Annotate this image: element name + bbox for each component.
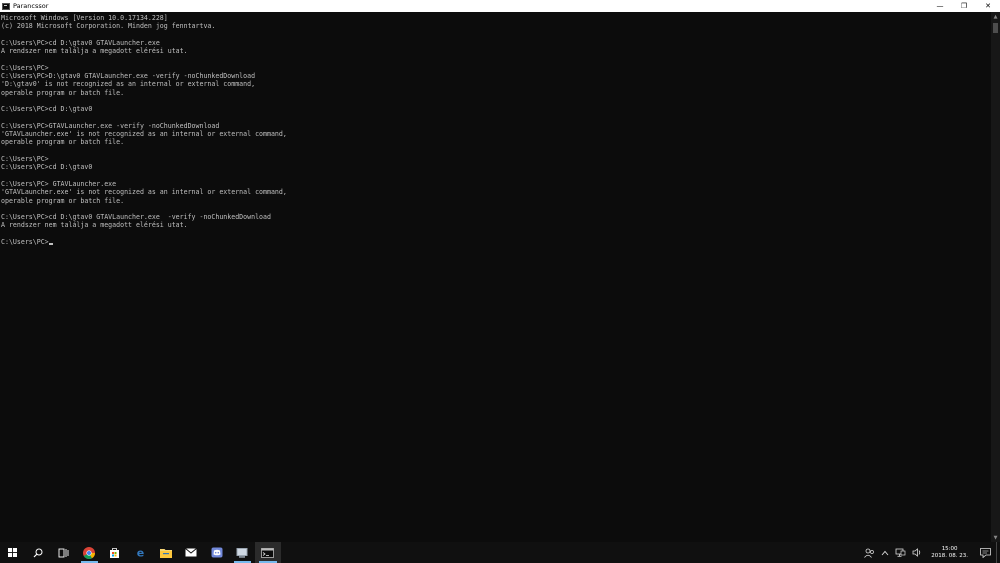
console-output: Microsoft Windows [Version 10.0.17134.22… xyxy=(1,14,287,246)
chrome-icon xyxy=(83,546,96,559)
console-prompt: C:\Users\PC> xyxy=(1,238,49,247)
task-view-icon xyxy=(58,548,69,557)
console-prompt-line[interactable]: C:\Users\PC> xyxy=(1,238,287,246)
taskbar-app-discord[interactable] xyxy=(204,542,230,563)
action-center-button[interactable] xyxy=(974,542,996,563)
console-line: (c) 2018 Microsoft Corporation. Minden j… xyxy=(1,22,216,31)
scroll-down-arrow-icon[interactable]: ▼ xyxy=(991,533,1000,542)
console-line: C:\Users\PC>D:\gtav0 GTAVLauncher.exe -v… xyxy=(1,72,256,81)
notification-icon xyxy=(979,547,991,558)
taskbar-app-generic[interactable] xyxy=(230,542,256,563)
search-button[interactable] xyxy=(26,542,52,563)
search-icon xyxy=(33,548,43,557)
taskbar: e 15:00 2018. 08. 23. xyxy=(0,542,1000,563)
store-icon xyxy=(110,548,120,558)
taskbar-app-edge[interactable]: e xyxy=(128,542,154,563)
console-line: A rendszer nem találja a megadott elérés… xyxy=(1,221,188,230)
console-area[interactable]: Microsoft Windows [Version 10.0.17134.22… xyxy=(0,12,991,542)
taskbar-app-mail[interactable] xyxy=(179,542,205,563)
scroll-up-arrow-icon[interactable]: ▲ xyxy=(991,12,1000,21)
task-view-button[interactable] xyxy=(51,542,77,563)
vertical-scrollbar[interactable]: ▲ ▼ xyxy=(991,12,1000,542)
console-line: C:\Users\PC> xyxy=(1,63,49,72)
window-titlebar[interactable]: Parancssor — ❐ ✕ xyxy=(0,0,1000,12)
taskbar-app-file-explorer[interactable] xyxy=(153,542,179,563)
network-icon[interactable] xyxy=(892,542,909,563)
clock-date: 2018. 08. 23. xyxy=(931,552,968,559)
system-tray: 15:00 2018. 08. 23. xyxy=(861,542,1000,563)
edge-icon: e xyxy=(137,547,144,558)
taskbar-clock[interactable]: 15:00 2018. 08. 23. xyxy=(925,546,974,560)
discord-icon xyxy=(211,547,223,558)
restore-button[interactable]: ❐ xyxy=(952,0,976,12)
console-line: C:\Users\PC>cd D:\gtav0 GTAVLauncher.exe xyxy=(1,38,160,47)
console-line: C:\Users\PC>GTAVLauncher.exe -verify -no… xyxy=(1,121,220,130)
console-line: C:\Users\PC>cd D:\gtav0 xyxy=(1,105,93,114)
console-line: 'GTAVLauncher.exe' is not recognized as … xyxy=(1,188,287,197)
taskbar-app-command-prompt[interactable] xyxy=(255,542,281,563)
volume-icon[interactable] xyxy=(909,542,925,563)
console-line: C:\Users\PC> xyxy=(1,155,49,164)
scroll-thumb[interactable] xyxy=(993,23,998,33)
taskbar-app-chrome[interactable] xyxy=(77,542,103,563)
console-line: A rendszer nem találja a megadott elérés… xyxy=(1,47,188,56)
console-line: C:\Users\PC> GTAVLauncher.exe xyxy=(1,179,117,188)
console-line: operable program or batch file. xyxy=(1,196,125,205)
close-button[interactable]: ✕ xyxy=(976,0,1000,12)
people-icon[interactable] xyxy=(861,542,878,563)
app-icon xyxy=(236,548,248,558)
console-line: 'GTAVLauncher.exe' is not recognized as … xyxy=(1,130,287,139)
console-line: C:\Users\PC>cd D:\gtav0 xyxy=(1,163,93,172)
show-desktop-button[interactable] xyxy=(996,542,1000,563)
chevron-up-icon[interactable] xyxy=(878,542,892,563)
console-line: C:\Users\PC>cd D:\gtav0 GTAVLauncher.exe… xyxy=(1,213,271,222)
console-line: operable program or batch file. xyxy=(1,88,125,97)
svg-text:e: e xyxy=(137,547,144,558)
taskbar-app-store[interactable] xyxy=(102,542,128,563)
mail-icon xyxy=(185,548,198,557)
console-line: operable program or batch file. xyxy=(1,138,125,147)
cmd-app-icon xyxy=(2,2,10,10)
windows-logo-icon xyxy=(8,548,18,557)
folder-icon xyxy=(159,548,172,558)
minimize-button[interactable]: — xyxy=(928,0,952,12)
window-title: Parancssor xyxy=(13,2,49,10)
window-controls: — ❐ ✕ xyxy=(928,0,1000,12)
start-button[interactable] xyxy=(0,542,26,563)
console-line: 'D:\gtav0' is not recognized as an inter… xyxy=(1,80,256,89)
cmd-icon xyxy=(261,547,275,558)
console-line: Microsoft Windows [Version 10.0.17134.22… xyxy=(1,14,168,22)
text-cursor xyxy=(48,243,53,246)
clock-time: 15:00 xyxy=(941,545,958,552)
